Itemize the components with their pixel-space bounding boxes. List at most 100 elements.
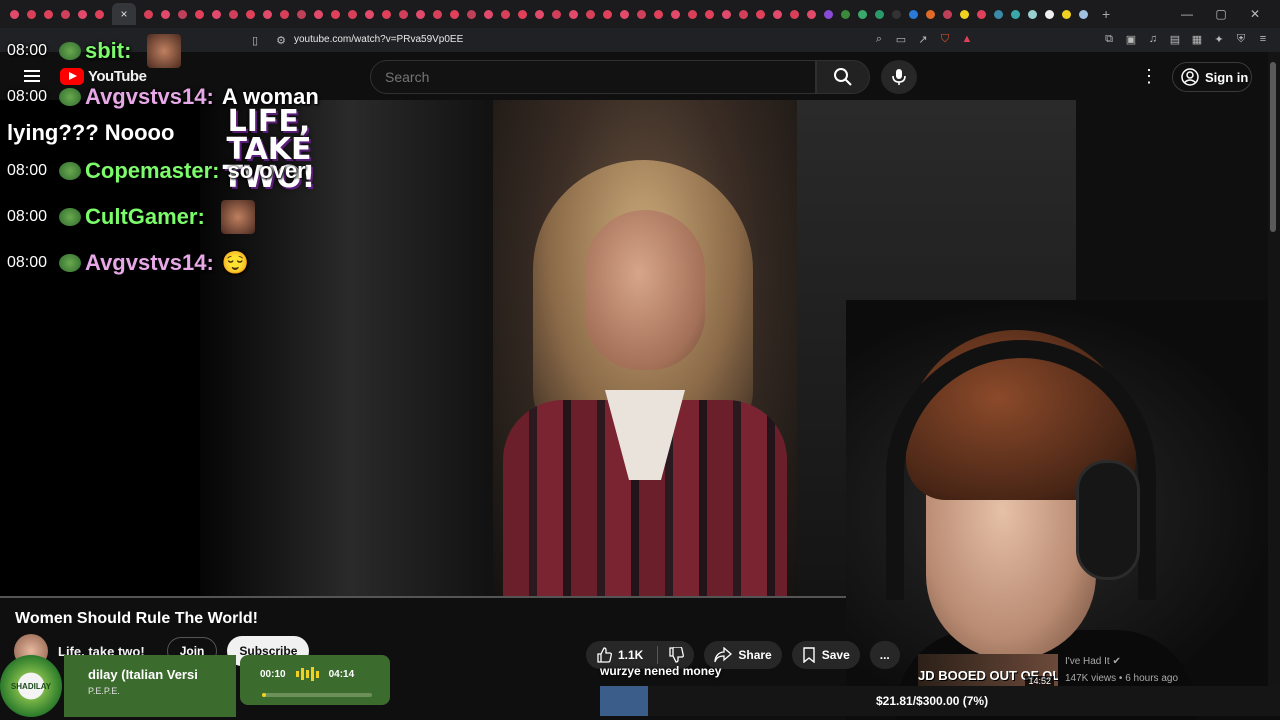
tab-favicon[interactable] xyxy=(858,9,867,19)
tab-favicon[interactable] xyxy=(297,9,306,19)
tab-favicon[interactable] xyxy=(484,9,493,19)
tab-favicon[interactable] xyxy=(331,9,340,19)
donation-goal-fill xyxy=(600,686,648,716)
tab-favicon[interactable] xyxy=(722,9,731,19)
tab-favicon[interactable] xyxy=(433,9,442,19)
chat-overlay: 08:00 sbit: 08:00 Avgvstvs14: A woman lying??… xyxy=(7,28,347,286)
tab-favicon[interactable] xyxy=(1028,9,1037,19)
share-page-icon[interactable]: ↗ xyxy=(916,32,930,46)
tab-favicon[interactable] xyxy=(943,9,952,19)
new-tab-button[interactable]: + xyxy=(1102,6,1110,22)
cast-icon[interactable]: ▭ xyxy=(894,32,908,46)
brave-shield-icon[interactable]: ⛉ xyxy=(938,32,952,46)
tab-favicon[interactable] xyxy=(756,9,765,19)
menu-icon[interactable]: ≡ xyxy=(1256,32,1270,46)
tab-favicon[interactable] xyxy=(875,9,884,19)
wallet-icon[interactable]: ▦ xyxy=(1190,32,1204,46)
ai-icon[interactable]: ✦ xyxy=(1212,32,1226,46)
screenshot-icon[interactable]: ▣ xyxy=(1124,32,1138,46)
settings-kebab-icon[interactable]: ⋮ xyxy=(1140,66,1158,87)
vpn-icon[interactable]: ⛨ xyxy=(1234,32,1248,46)
tab-favicon[interactable] xyxy=(909,9,918,19)
tab-favicon[interactable] xyxy=(1079,9,1088,19)
tab-favicon[interactable] xyxy=(314,9,323,19)
account-icon xyxy=(1181,68,1199,86)
tab-favicon[interactable] xyxy=(27,9,36,19)
tab-favicon[interactable] xyxy=(78,9,87,19)
active-tab[interactable]: × xyxy=(112,3,136,25)
tab-favicon[interactable] xyxy=(960,9,969,19)
search-icon xyxy=(834,68,852,86)
tab-favicon[interactable] xyxy=(518,9,527,19)
tab-favicon[interactable] xyxy=(603,9,612,19)
tab-favicon[interactable] xyxy=(841,9,850,19)
search-input[interactable] xyxy=(370,60,816,94)
tab-favicon[interactable] xyxy=(467,9,476,19)
tab-favicon[interactable] xyxy=(824,9,833,19)
sidebar-icon[interactable]: ▤ xyxy=(1168,32,1182,46)
tab-favicon[interactable] xyxy=(365,9,374,19)
more-actions-button[interactable]: ... xyxy=(869,641,900,669)
tab-favicon[interactable] xyxy=(1045,9,1054,19)
media-icon[interactable]: ♫ xyxy=(1146,32,1160,46)
tab-favicon[interactable] xyxy=(144,9,153,19)
tab-favicon[interactable] xyxy=(807,9,816,19)
tab-favicon[interactable] xyxy=(416,9,425,19)
tab-favicon[interactable] xyxy=(977,9,986,19)
tab-favicon[interactable] xyxy=(620,9,629,19)
tab-favicon[interactable] xyxy=(263,9,272,19)
tab-favicon[interactable] xyxy=(1062,9,1071,19)
tab-favicon[interactable] xyxy=(569,9,578,19)
scrollbar-thumb[interactable] xyxy=(1270,62,1276,232)
rewards-icon[interactable]: ▲ xyxy=(960,32,974,46)
tab-favicon[interactable] xyxy=(688,9,697,19)
recommended-channel[interactable]: I've Had It xyxy=(1065,656,1110,667)
tab-favicon[interactable] xyxy=(195,9,204,19)
tab-favicon[interactable] xyxy=(671,9,680,19)
tab-favicon[interactable] xyxy=(348,9,357,19)
tab-favicon[interactable] xyxy=(773,9,782,19)
tab-favicon[interactable] xyxy=(586,9,595,19)
tab-favicon[interactable] xyxy=(280,9,289,19)
tab-favicon[interactable] xyxy=(61,9,70,19)
video-progress-bar[interactable] xyxy=(0,596,846,598)
tab-favicon[interactable] xyxy=(399,9,408,19)
music-progress xyxy=(262,693,372,697)
tab-favicon[interactable] xyxy=(1011,9,1020,19)
tab-favicon[interactable] xyxy=(552,9,561,19)
maximize-icon[interactable]: ▢ xyxy=(1204,7,1238,21)
tab-favicon[interactable] xyxy=(44,9,53,19)
tab-favicon[interactable] xyxy=(382,9,391,19)
tab-favicon[interactable] xyxy=(739,9,748,19)
chat-badge-icon xyxy=(59,254,81,272)
tab-favicon[interactable] xyxy=(10,9,19,19)
tab-favicon[interactable] xyxy=(178,9,187,19)
extensions-icon[interactable]: ⧉ xyxy=(1102,32,1116,46)
save-button[interactable]: Save xyxy=(791,641,860,669)
tab-favicon[interactable] xyxy=(95,9,104,19)
tab-favicon[interactable] xyxy=(926,9,935,19)
recommended-thumbnail[interactable]: JD BOOED OUT OF OLYMPI 14:52 xyxy=(918,654,1058,690)
tab-favicon[interactable] xyxy=(654,9,663,19)
tab-favicon[interactable] xyxy=(450,9,459,19)
voice-search-button[interactable] xyxy=(881,60,917,94)
tab-favicon[interactable] xyxy=(705,9,714,19)
thumbs-down-icon[interactable] xyxy=(668,647,685,663)
tab-favicon[interactable] xyxy=(637,9,646,19)
tab-favicon[interactable] xyxy=(161,9,170,19)
minimize-icon[interactable]: — xyxy=(1170,7,1204,21)
zoom-icon[interactable]: ⌕ xyxy=(872,32,886,46)
close-window-icon[interactable]: ✕ xyxy=(1238,7,1272,21)
tab-favicon[interactable] xyxy=(501,9,510,19)
chat-username: Avgvstvs14: xyxy=(85,84,214,109)
tab-favicon[interactable] xyxy=(535,9,544,19)
tab-favicon[interactable] xyxy=(229,9,238,19)
tab-favicon[interactable] xyxy=(892,9,901,19)
tab-favicon[interactable] xyxy=(994,9,1003,19)
page-scrollbar[interactable] xyxy=(1268,52,1280,686)
tab-favicon[interactable] xyxy=(246,9,255,19)
sign-in-button[interactable]: Sign in xyxy=(1172,62,1252,92)
tab-favicon[interactable] xyxy=(790,9,799,19)
tab-favicon[interactable] xyxy=(212,9,221,19)
search-button[interactable] xyxy=(816,60,870,94)
